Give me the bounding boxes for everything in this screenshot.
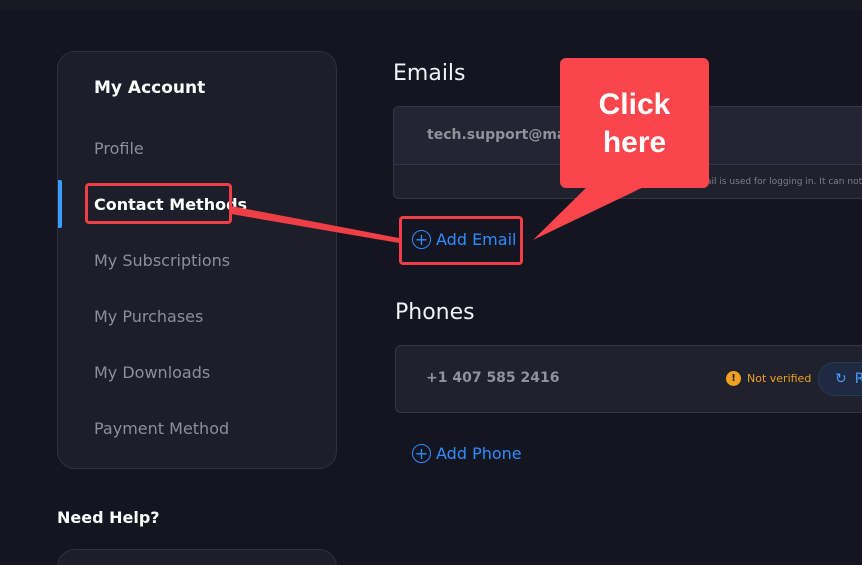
- top-bar: [0, 0, 862, 10]
- active-indicator: [58, 180, 62, 228]
- add-phone-button[interactable]: + Add Phone: [412, 444, 522, 463]
- phones-title: Phones: [395, 300, 475, 325]
- emails-title: Emails: [393, 61, 466, 86]
- warning-icon: !: [726, 371, 741, 386]
- account-sidebar: My Account Profile Contact Methods My Su…: [57, 51, 337, 469]
- plus-circle-icon: +: [412, 444, 431, 463]
- sidebar-item-profile[interactable]: Profile: [94, 139, 144, 158]
- resend-verification-button[interactable]: ↻ R: [818, 362, 862, 396]
- sidebar-item-my-purchases[interactable]: My Purchases: [94, 307, 203, 326]
- click-here-callout: Click here: [560, 58, 709, 188]
- need-help-heading: Need Help?: [57, 508, 160, 527]
- sidebar-item-payment-method[interactable]: Payment Method: [94, 419, 229, 438]
- sidebar-heading: My Account: [94, 78, 206, 98]
- resend-label: R: [854, 371, 862, 387]
- callout-line-1: Click: [598, 88, 671, 121]
- callout-line-2: here: [602, 126, 667, 159]
- annotation-highlight-add-email: [399, 216, 523, 265]
- phone-number: +1 407 585 2416: [426, 370, 560, 386]
- verification-status: ! Not verified: [726, 371, 811, 386]
- sidebar-item-my-downloads[interactable]: My Downloads: [94, 363, 210, 382]
- sidebar-item-my-subscriptions[interactable]: My Subscriptions: [94, 251, 230, 270]
- email-address: tech.support@mar: [427, 127, 574, 143]
- help-card[interactable]: [57, 549, 337, 565]
- add-phone-label: Add Phone: [436, 444, 522, 463]
- phone-card: +1 407 585 2416 ! Not verified ↻ R: [395, 345, 862, 413]
- email-note: ail is used for logging in. It can not b: [706, 177, 862, 187]
- refresh-icon: ↻: [835, 371, 847, 387]
- verification-status-label: Not verified: [747, 372, 812, 385]
- annotation-highlight-contact-methods: [85, 183, 232, 224]
